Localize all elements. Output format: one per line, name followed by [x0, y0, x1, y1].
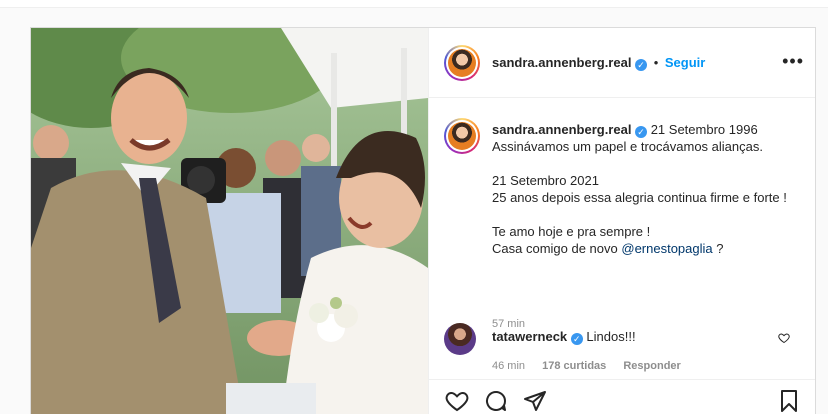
caption-line4: Casa comigo de novo @ernestopaglia ?	[492, 240, 792, 257]
author-line: sandra.annenberg.real ✓ • Seguir	[492, 55, 705, 71]
verified-badge-icon: ✓	[570, 333, 583, 345]
bookmark-icon[interactable]	[777, 389, 801, 413]
author-username[interactable]: sandra.annenberg.real	[492, 55, 631, 70]
verified-badge-icon: ✓	[635, 59, 648, 71]
caption-line2: 25 anos depois essa alegria continua fir…	[492, 190, 787, 205]
caption-text: sandra.annenberg.real ✓ 21 Setembro 1996…	[492, 121, 792, 257]
comment-meta: 46 min 178 curtidas Responder	[492, 360, 695, 372]
wedding-photo-illustration	[31, 28, 428, 414]
share-icon[interactable]	[523, 389, 547, 413]
commenter-username[interactable]: tatawerneck	[492, 329, 567, 344]
comment-likes[interactable]: 178 curtidas	[542, 360, 606, 372]
more-options-icon[interactable]: •••	[782, 52, 804, 70]
separator-dot: •	[653, 55, 659, 70]
comment-body: Lindos!!!	[586, 329, 636, 344]
comment-text: tatawerneck ✓ Lindos!!!	[492, 329, 636, 345]
caption-line3: Te amo hoje e pra sempre !	[492, 224, 651, 239]
commenter-avatar[interactable]	[444, 323, 476, 355]
caption-line1: Assinávamos um papel e trocávamos alianç…	[492, 139, 763, 154]
mention-link[interactable]: @ernestopaglia	[621, 241, 712, 256]
caption-username[interactable]: sandra.annenberg.real	[492, 122, 631, 137]
caption-date2: 21 Setembro 2021	[492, 173, 599, 188]
comment-item: tatawerneck ✓ Lindos!!! 46 min 178 curti…	[429, 323, 815, 373]
follow-button[interactable]: Seguir	[665, 55, 705, 70]
comment-like-heart-icon[interactable]	[778, 332, 790, 344]
verified-badge-icon: ✓	[635, 126, 648, 138]
reply-button[interactable]: Responder	[623, 360, 680, 372]
post-side-panel: sandra.annenberg.real ✓ • Seguir ••• san…	[428, 28, 815, 414]
caption-date: 21 Setembro 1996	[650, 122, 758, 137]
author-avatar[interactable]	[444, 45, 480, 81]
caption-line4-prefix: Casa comigo de novo	[492, 241, 618, 256]
heart-icon[interactable]	[445, 389, 469, 413]
caption-avatar[interactable]	[444, 118, 480, 154]
comment-time: 46 min	[492, 360, 526, 372]
instagram-post: sandra.annenberg.real ✓ • Seguir ••• san…	[30, 27, 816, 414]
caption-line4-suffix: ?	[716, 241, 724, 256]
post-header: sandra.annenberg.real ✓ • Seguir •••	[429, 28, 815, 98]
top-bar	[0, 0, 828, 8]
action-bar	[429, 379, 815, 414]
comment-icon[interactable]	[484, 389, 508, 413]
post-photo[interactable]	[31, 28, 428, 414]
